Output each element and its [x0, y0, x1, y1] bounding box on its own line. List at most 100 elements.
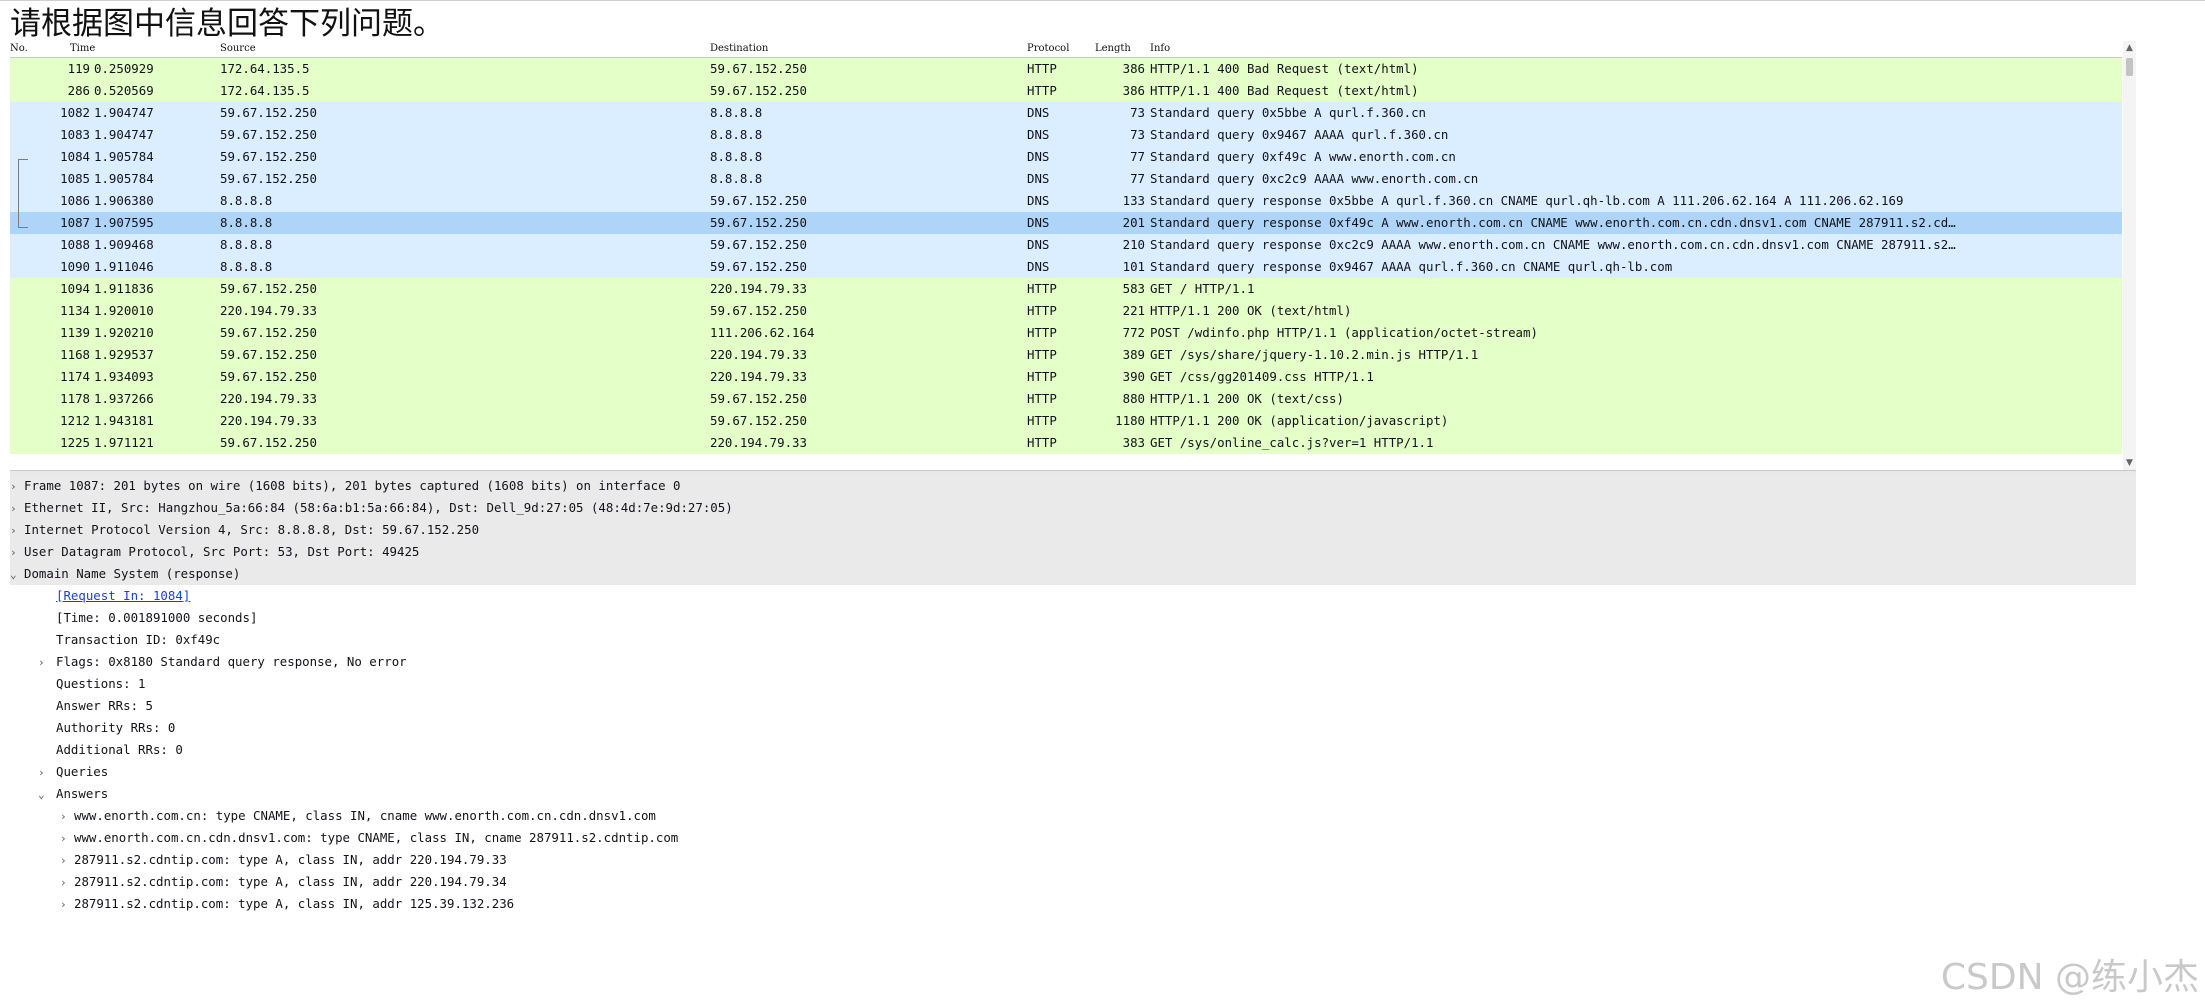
packet-destination: 59.67.152.250: [710, 61, 807, 76]
packet-list-pane[interactable]: No. Time Source Destination Protocol Len…: [10, 41, 2136, 470]
column-header-time[interactable]: Time: [70, 41, 95, 57]
scroll-down-icon[interactable]: ▼: [2123, 456, 2136, 470]
column-header-destination[interactable]: Destination: [710, 41, 768, 57]
answer-item[interactable]: › 287911.s2.cdntip.com: type A, class IN,…: [60, 871, 507, 893]
answer-item[interactable]: › www.enorth.com.cn: type CNAME, class IN…: [60, 805, 656, 827]
column-header-no[interactable]: No.: [10, 41, 28, 57]
detail-queries[interactable]: › Queries: [38, 761, 108, 783]
chevron-right-icon[interactable]: ›: [60, 872, 74, 894]
packet-protocol: DNS: [1027, 171, 1050, 186]
packet-destination: 220.194.79.33: [710, 435, 807, 450]
scrollbar-thumb[interactable]: [2126, 58, 2133, 76]
detail-questions[interactable]: Questions: 1: [56, 673, 146, 695]
chevron-down-icon[interactable]: ⌄: [38, 784, 52, 806]
chevron-right-icon[interactable]: ›: [38, 762, 52, 784]
packet-row[interactable]: 1134 1.920010 220.194.79.33 59.67.152.250 HT…: [10, 300, 2122, 322]
packet-length: 383: [1122, 435, 1145, 450]
packet-details-pane[interactable]: › Frame 1087: 201 bytes on wire (1608 bit…: [10, 475, 2136, 915]
packet-row[interactable]: 1082 1.904747 59.67.152.250 8.8.8.8 DNS 73 Sta…: [10, 102, 2122, 124]
answer-item[interactable]: › 287911.s2.cdntip.com: type A, class IN,…: [60, 893, 514, 915]
answer-item[interactable]: › 287911.s2.cdntip.com: type A, class IN,…: [60, 849, 507, 871]
packet-info: GET /sys/online_calc.js?ver=1 HTTP/1.1: [1150, 435, 1434, 450]
packet-info: HTTP/1.1 400 Bad Request (text/html): [1150, 83, 1419, 98]
detail-additional-rrs[interactable]: Additional RRs: 0: [56, 739, 183, 761]
chevron-right-icon[interactable]: ›: [10, 542, 24, 564]
packet-row[interactable]: 1212 1.943181 220.194.79.33 59.67.152.250 HT…: [10, 410, 2122, 432]
detail-answer-rrs[interactable]: Answer RRs: 5: [56, 695, 153, 717]
detail-frame-text: Frame 1087: 201 bytes on wire (1608 bits…: [24, 478, 681, 493]
chevron-right-icon[interactable]: ›: [60, 850, 74, 872]
column-header-protocol[interactable]: Protocol: [1027, 41, 1069, 57]
packet-row[interactable]: 1139 1.920210 59.67.152.250 111.206.62.164 H…: [10, 322, 2122, 344]
packet-no: 1088: [60, 237, 90, 252]
packet-row[interactable]: 1178 1.937266 220.194.79.33 59.67.152.250 HT…: [10, 388, 2122, 410]
chevron-right-icon[interactable]: ›: [60, 806, 74, 828]
chevron-down-icon[interactable]: ⌄: [10, 564, 24, 586]
detail-questions-text: Questions: 1: [56, 676, 146, 691]
packet-row[interactable]: 286 0.520569 172.64.135.5 59.67.152.250 HTTP…: [10, 80, 2122, 102]
packet-row[interactable]: 1083 1.904747 59.67.152.250 8.8.8.8 DNS 73 Sta…: [10, 124, 2122, 146]
packet-info: HTTP/1.1 200 OK (text/html): [1150, 303, 1352, 318]
packet-length: 1180: [1115, 413, 1145, 428]
top-divider: [0, 0, 2205, 1]
detail-time[interactable]: [Time: 0.001891000 seconds]: [56, 607, 257, 629]
chevron-right-icon[interactable]: ›: [60, 828, 74, 850]
detail-flags[interactable]: › Flags: 0x8180 Standard query response, …: [38, 651, 407, 673]
column-header-source[interactable]: Source: [220, 41, 256, 57]
packet-source: 59.67.152.250: [220, 325, 317, 340]
related-packet-tick: [18, 227, 28, 228]
packet-protocol: DNS: [1027, 193, 1050, 208]
packet-info: HTTP/1.1 200 OK (application/javascript): [1150, 413, 1449, 428]
chevron-right-icon[interactable]: ›: [10, 498, 24, 520]
packet-source: 8.8.8.8: [220, 193, 273, 208]
packet-row[interactable]: 1090 1.911046 8.8.8.8 59.67.152.250 DNS 101 St…: [10, 256, 2122, 278]
answer-item[interactable]: › www.enorth.com.cn.cdn.dnsv1.com: type C…: [60, 827, 678, 849]
packet-source: 172.64.135.5: [220, 83, 310, 98]
packet-row[interactable]: 1084 1.905784 59.67.152.250 8.8.8.8 DNS 77 Sta…: [10, 146, 2122, 168]
chevron-right-icon[interactable]: ›: [38, 652, 52, 674]
packet-length: 389: [1122, 347, 1145, 362]
packet-length: 77: [1130, 149, 1145, 164]
detail-transaction-id[interactable]: Transaction ID: 0xf49c: [56, 629, 220, 651]
packet-row[interactable]: 1085 1.905784 59.67.152.250 8.8.8.8 DNS 77 Sta…: [10, 168, 2122, 190]
detail-udp[interactable]: › User Datagram Protocol, Src Port: 53, D…: [10, 541, 2136, 563]
detail-request-in[interactable]: [Request In: 1084]: [56, 585, 190, 607]
chevron-right-icon[interactable]: ›: [10, 520, 24, 542]
column-header-info[interactable]: Info: [1150, 41, 1170, 57]
packet-row[interactable]: 1225 1.971121 59.67.152.250 220.194.79.33 HT…: [10, 432, 2122, 454]
detail-dns[interactable]: ⌄ Domain Name System (response): [10, 563, 2136, 585]
packet-row[interactable]: 1088 1.909468 8.8.8.8 59.67.152.250 DNS 210 St…: [10, 234, 2122, 256]
packet-destination: 59.67.152.250: [710, 303, 807, 318]
packet-source: 220.194.79.33: [220, 391, 317, 406]
packet-row[interactable]: 1094 1.911836 59.67.152.250 220.194.79.33 HT…: [10, 278, 2122, 300]
packet-time: 1.909468: [94, 237, 154, 252]
packet-row[interactable]: 1168 1.929537 59.67.152.250 220.194.79.33 HT…: [10, 344, 2122, 366]
packet-rows: 119 0.250929 172.64.135.5 59.67.152.250 HTTP…: [10, 58, 2122, 454]
packet-time: 1.904747: [94, 127, 154, 142]
column-header-length[interactable]: Length: [1095, 41, 1131, 57]
packet-destination: 59.67.152.250: [710, 237, 807, 252]
packet-row[interactable]: 119 0.250929 172.64.135.5 59.67.152.250 HTTP…: [10, 58, 2122, 80]
packet-destination: 59.67.152.250: [710, 391, 807, 406]
packet-destination: 8.8.8.8: [710, 127, 763, 142]
packet-row[interactable]: 1174 1.934093 59.67.152.250 220.194.79.33 HT…: [10, 366, 2122, 388]
detail-ip[interactable]: › Internet Protocol Version 4, Src: 8.8.8…: [10, 519, 2136, 541]
packet-row[interactable]: 1086 1.906380 8.8.8.8 59.67.152.250 DNS 133 St…: [10, 190, 2122, 212]
packet-source: 59.67.152.250: [220, 369, 317, 384]
detail-frame[interactable]: › Frame 1087: 201 bytes on wire (1608 bit…: [10, 475, 2136, 497]
chevron-right-icon[interactable]: ›: [10, 476, 24, 498]
packet-list-scrollbar[interactable]: ▲ ▼: [2123, 41, 2136, 470]
request-in-link[interactable]: [Request In: 1084]: [56, 588, 190, 603]
scroll-up-icon[interactable]: ▲: [2123, 41, 2136, 55]
detail-ethernet[interactable]: › Ethernet II, Src: Hangzhou_5a:66:84 (58…: [10, 497, 2136, 519]
packet-source: 172.64.135.5: [220, 61, 310, 76]
packet-info: Standard query response 0x5bbe A qurl.f.…: [1150, 193, 1904, 208]
packet-length: 210: [1122, 237, 1145, 252]
packet-info: Standard query 0xf49c A www.enorth.com.c…: [1150, 149, 1456, 164]
packet-row[interactable]: 1087 1.907595 8.8.8.8 59.67.152.250 DNS 201 St…: [10, 212, 2122, 234]
chevron-right-icon[interactable]: ›: [60, 894, 74, 916]
detail-authority-rrs[interactable]: Authority RRs: 0: [56, 717, 175, 739]
related-packet-tick: [18, 159, 28, 160]
packet-destination: 8.8.8.8: [710, 171, 763, 186]
detail-answers[interactable]: ⌄ Answers: [38, 783, 108, 805]
